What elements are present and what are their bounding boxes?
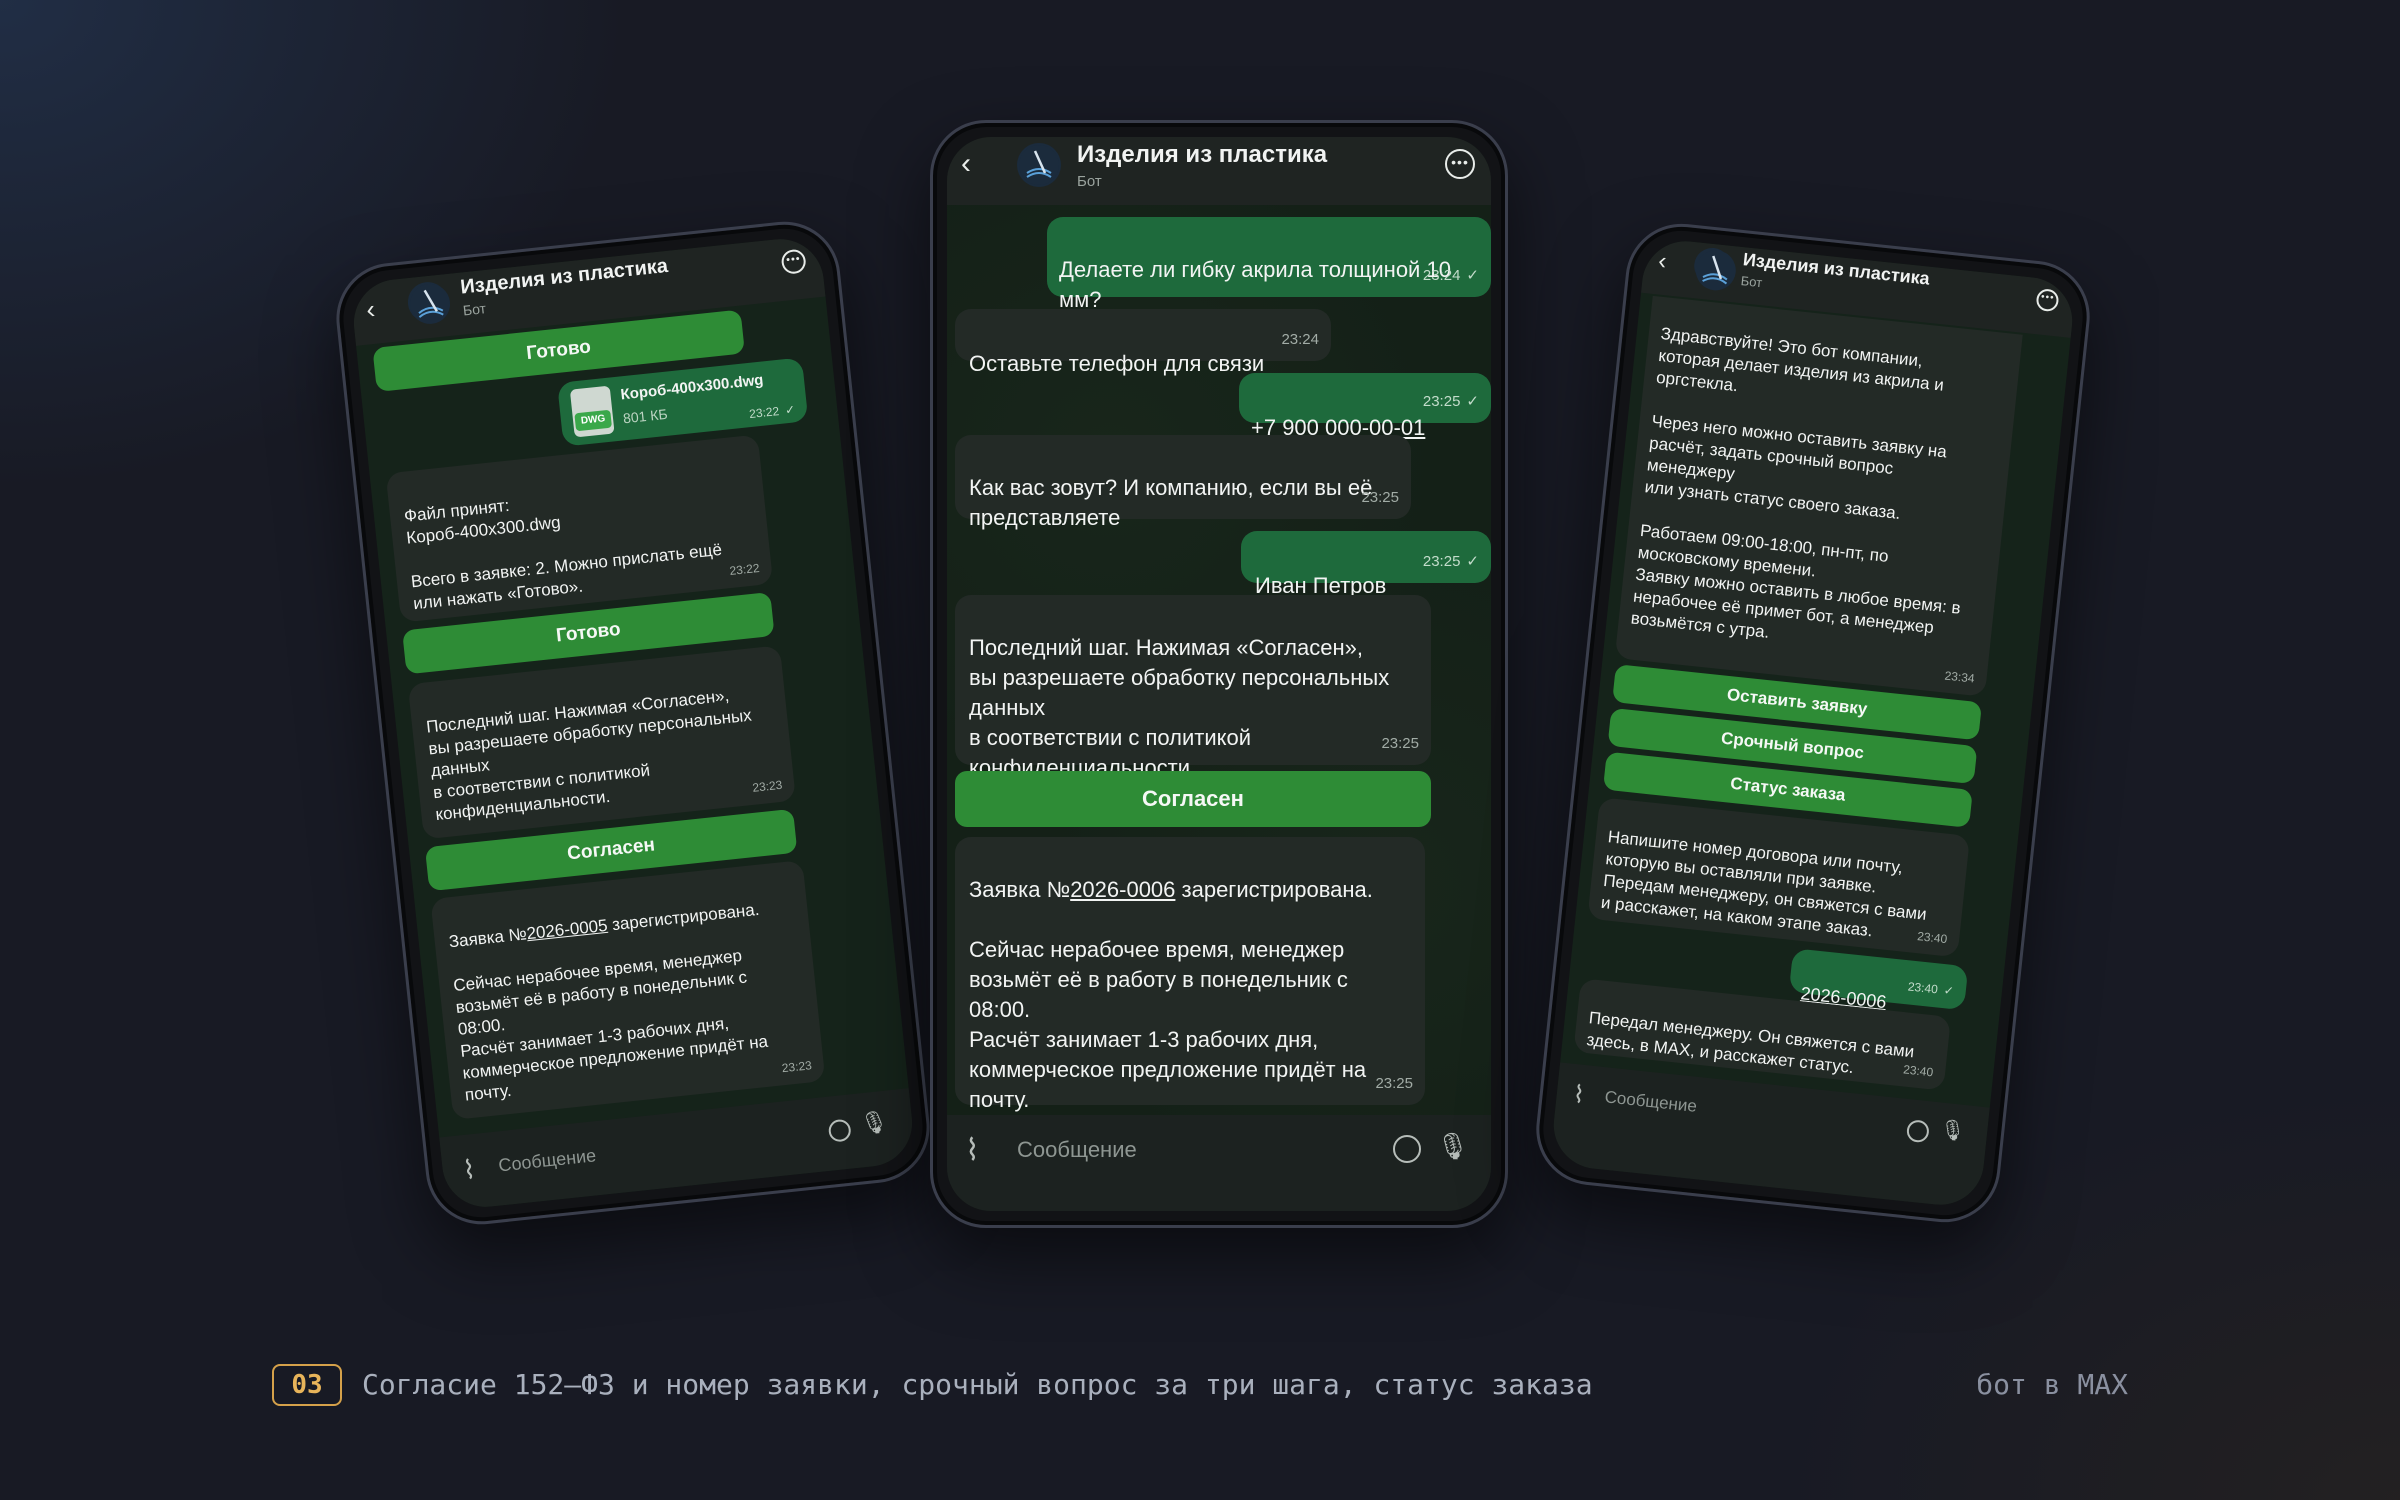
message-text: Сейчас нерабочее время, менеджер возьмёт… [969, 937, 1367, 1112]
paperclip-icon[interactable]: ⌇ [461, 1154, 477, 1186]
step-number-badge: 03 [272, 1364, 342, 1406]
message-prefix: Заявка № [447, 924, 528, 952]
emoji-icon[interactable] [1905, 1119, 1930, 1144]
back-button[interactable]: ‹ [961, 147, 995, 181]
chat-title: Изделия из пластика [1077, 141, 1328, 168]
message-name: Иван Петров 23:25 ✓ [1241, 531, 1491, 598]
more-icon[interactable]: ••• [1445, 149, 1475, 179]
chat-subtitle: Бот [1740, 273, 1763, 291]
message-application-registered: Заявка №2026-0005 зарегистрирована. Сейч… [430, 860, 826, 1120]
caption-platform: бот в MAX [1976, 1368, 2128, 1401]
message-time: 23:25 [1381, 735, 1419, 752]
emoji-icon[interactable] [827, 1118, 852, 1143]
microphone-icon[interactable]: 🎙 [859, 1109, 890, 1138]
message-text: Как вас зовут? И компанию, если вы её пр… [969, 475, 1373, 530]
file-icon: DWG [569, 385, 615, 438]
message-time: 23:25 [1422, 553, 1461, 570]
message-contract-number: 2026-0006 23:40 ✓ [1788, 948, 1969, 1012]
paperclip-icon[interactable]: ⌇ [965, 1133, 980, 1168]
message-welcome: Здравствуйте! Это бот компании, которая … [1614, 295, 2023, 697]
message-text: Здравствуйте! Это бот компании, которая … [1629, 324, 1962, 642]
message-text: Напишите номер договора или почту, котор… [1600, 827, 1928, 941]
back-button[interactable]: ‹ [365, 289, 402, 326]
message-time: 23:24 [1422, 267, 1461, 284]
message-text: Последний шаг. Нажимая «Согласен», вы ра… [425, 685, 753, 825]
message-ask-name: Как вас зовут? И компанию, если вы её пр… [955, 435, 1411, 530]
sent-check-icon: ✓ [784, 402, 796, 418]
chat-screen: ‹ Изделия из пластика Бот ••• Делаете ли… [947, 137, 1491, 1211]
message-time: 23:22 [728, 560, 761, 579]
message-file-accepted: Файл принят: Короб-400x300.dwg Всего в з… [385, 434, 774, 623]
chat-title: Изделия из пластика [459, 254, 669, 299]
message-input[interactable]: Сообщение [497, 1145, 597, 1176]
phone-right: ‹ Изделия из пластика Бот ••• Здравствуй… [1530, 218, 2096, 1228]
message-phone: +7 900 000-00-01 23:25 ✓ [1239, 373, 1491, 440]
message-application-registered: Заявка №2026-0006 зарегистрирована. Сейч… [955, 837, 1425, 1111]
message-text: Файл принят: Короб-400x300.dwg Всего в з… [403, 495, 723, 614]
back-button[interactable]: ‹ [1657, 244, 1694, 281]
message-ask-phone: Оставьте телефон для связи 23:24 [955, 309, 1331, 376]
phone-center: ‹ Изделия из пластика Бот ••• Делаете ли… [930, 120, 1508, 1228]
message-time: 23:25 [1422, 393, 1461, 410]
sent-check-icon: ✓ [1466, 267, 1479, 284]
chat-subtitle: Бот [462, 300, 487, 319]
message-text: Передал менеджеру. Он свяжется с вами зд… [1585, 1008, 1916, 1078]
sent-check-icon: ✓ [1942, 983, 1955, 999]
chat-title: Изделия из пластика [1742, 249, 1931, 289]
message-time: 23:40 [1907, 979, 1939, 997]
message-suffix: зарегистрирована. [1175, 877, 1373, 902]
chat-screen: ‹ Изделия из пластика Бот ••• Здравствуй… [1549, 236, 2077, 1210]
message-question: Делаете ли гибку акрила толщиной 10 мм? … [1047, 217, 1491, 312]
message-input[interactable]: Сообщение [1017, 1137, 1137, 1163]
message-suffix: зарегистрирована. [606, 899, 761, 935]
emoji-icon[interactable] [1393, 1135, 1421, 1163]
message-text: Последний шаг. Нажимая «Согласен», вы ра… [969, 635, 1390, 780]
message-time: 23:23 [751, 777, 784, 795]
message-text: Оставьте телефон для связи [969, 351, 1265, 376]
message-time: 23:40 [1916, 929, 1948, 947]
agree-button[interactable]: Согласен [955, 771, 1431, 827]
message-input[interactable]: Сообщение [1604, 1087, 1698, 1117]
message-composer: ⌇ Сообщение 🎙 [947, 1115, 1491, 1211]
message-consent: Последний шаг. Нажимая «Согласен», вы ра… [407, 645, 796, 840]
more-icon[interactable]: ••• [2035, 288, 2060, 313]
message-prefix: Заявка № [969, 877, 1071, 902]
phone-left: ‹ Изделия из пластика Бот ••• Готово DWG… [330, 216, 936, 1230]
sent-check-icon: ✓ [1466, 553, 1479, 570]
message-time: 23:25 [1375, 1075, 1413, 1092]
more-icon[interactable]: ••• [780, 248, 807, 275]
company-logo-icon [1692, 246, 1736, 291]
file-name: Короб-400x300.dwg [619, 371, 765, 404]
microphone-icon[interactable]: 🎙 [1939, 1117, 1967, 1145]
file-size: 801 КБ [622, 405, 669, 427]
chat-header: ‹ Изделия из пластика Бот ••• [947, 137, 1491, 205]
message-time: 23:25 [1361, 489, 1399, 506]
application-number-link[interactable]: 2026-0006 [1070, 877, 1175, 902]
message-time: 23:22 [748, 404, 780, 422]
company-logo-icon [1017, 143, 1061, 187]
message-time: 23:23 [781, 1058, 813, 1076]
chat-screen: ‹ Изделия из пластика Бот ••• Готово DWG… [349, 234, 917, 1212]
message-time: 23:24 [1281, 331, 1319, 348]
microphone-icon[interactable]: 🎙 [1436, 1131, 1469, 1162]
paperclip-icon[interactable]: ⌇ [1571, 1080, 1586, 1110]
message-text: Делаете ли гибку акрила толщиной 10 мм? [1059, 257, 1451, 312]
caption-text: Согласие 152–ФЗ и номер заявки, срочный … [362, 1368, 1593, 1401]
sent-check-icon: ✓ [1466, 393, 1479, 410]
message-time: 23:34 [1943, 668, 1976, 686]
file-message[interactable]: DWG Короб-400x300.dwg 801 КБ 23:22 ✓ [557, 357, 809, 447]
application-number-link[interactable]: 2026-0005 [526, 916, 609, 943]
company-logo-icon [405, 280, 451, 325]
message-consent: Последний шаг. Нажимая «Согласен», вы ра… [955, 595, 1431, 780]
message-time: 23:40 [1902, 1062, 1934, 1080]
chat-subtitle: Бот [1077, 173, 1102, 190]
